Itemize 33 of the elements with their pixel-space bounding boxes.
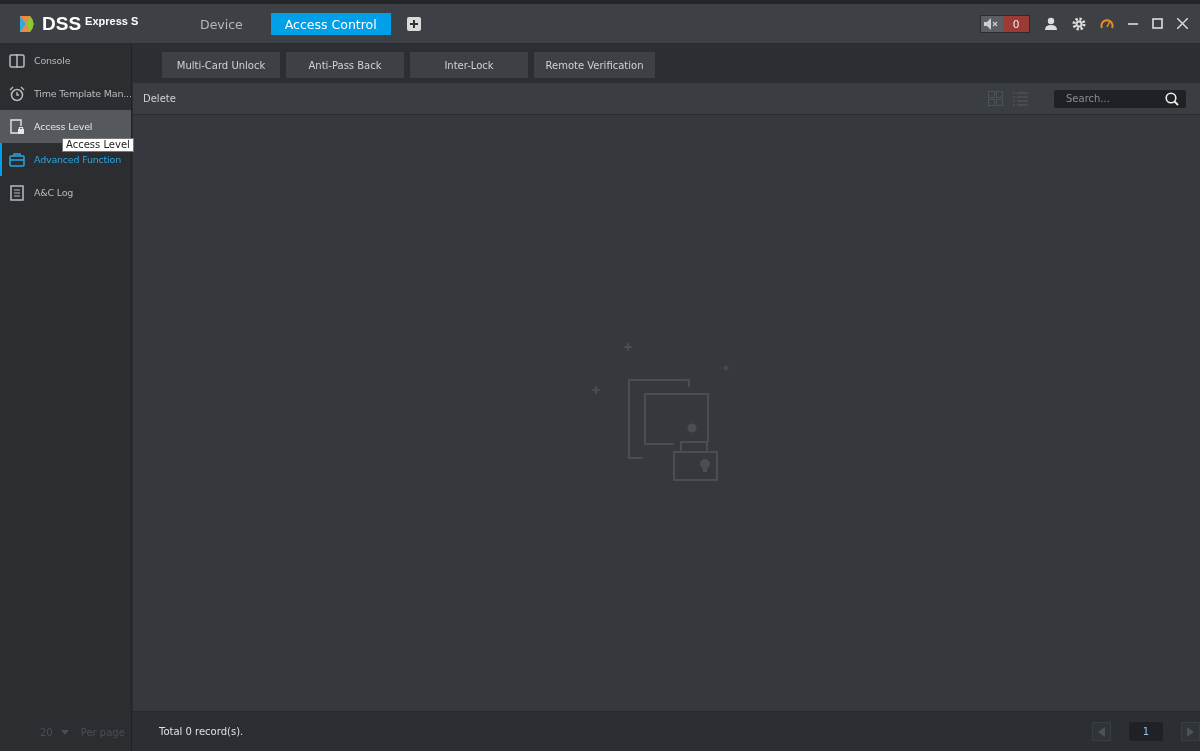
gauge-icon[interactable] (1100, 17, 1114, 30)
tab[interactable]: Inter-Lock (409, 51, 529, 78)
search-icon (1165, 91, 1179, 106)
sidebar-item[interactable]: A&C Log (0, 176, 131, 209)
tab[interactable]: Multi-Card Unlock (161, 51, 281, 78)
door-lock-icon (9, 118, 25, 135)
panel-icon (9, 52, 25, 69)
mute-icon (984, 17, 1000, 30)
close-icon[interactable] (1177, 18, 1188, 29)
page-number-field[interactable]: 1 (1129, 722, 1163, 741)
top-tab[interactable]: Device (186, 12, 257, 35)
add-tab-button[interactable] (406, 16, 421, 31)
alarm-clock-icon (9, 85, 25, 102)
tab[interactable]: Anti-Pass Back (285, 51, 405, 78)
app-logo: DSS (42, 12, 82, 35)
sidebar-item[interactable]: Console (0, 44, 131, 77)
app-edition: Express S (85, 14, 139, 27)
alarm-counter[interactable]: 0 (980, 14, 1030, 33)
maximize-icon[interactable] (1152, 18, 1163, 29)
document-icon (9, 184, 25, 201)
alarm-count: 0 (1003, 15, 1029, 32)
tooltip: Access Level (62, 138, 134, 152)
user-icon[interactable] (1044, 16, 1058, 31)
settings-icon[interactable] (1072, 16, 1086, 31)
sidebar-item[interactable]: Time Template Man... (0, 77, 131, 110)
left-triangle-icon (1098, 726, 1105, 737)
right-triangle-icon (1187, 726, 1194, 737)
briefcase-icon (9, 151, 25, 168)
search-field[interactable]: Search... (1054, 89, 1186, 108)
record-count: Total 0 record(s). (159, 726, 244, 737)
caret-icon (60, 729, 69, 735)
delete-button[interactable]: Delete (133, 93, 186, 104)
tab[interactable]: Remote Verification (533, 51, 656, 78)
